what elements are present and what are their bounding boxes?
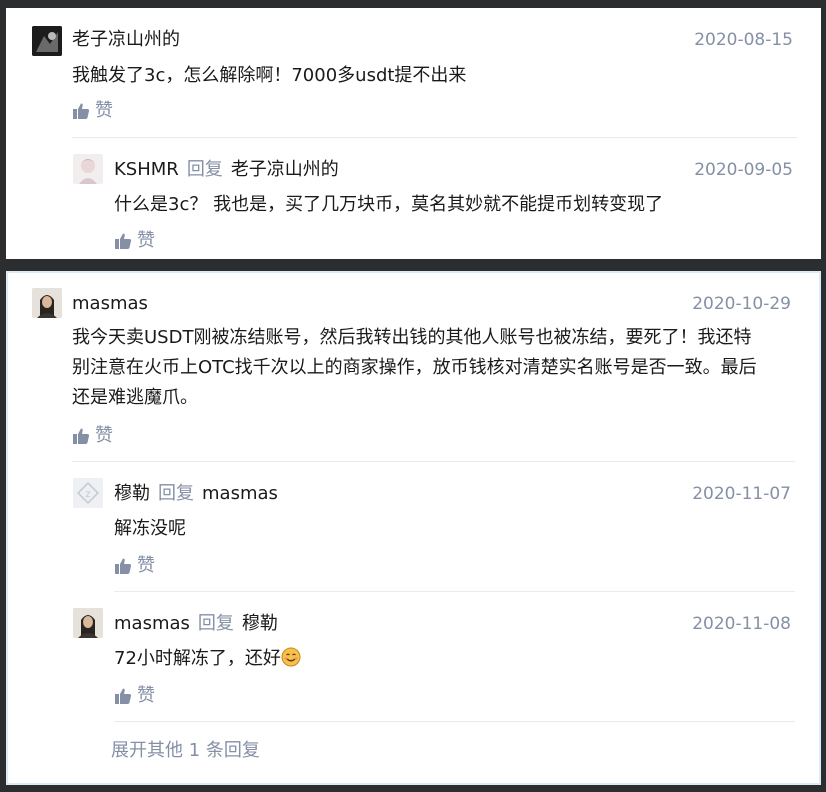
comment-text-line: 我今天卖USDT刚被冻结账号，然后我转出钱的其他人账号也被冻结，要死了！我还特 bbox=[72, 327, 752, 348]
reply-header: 穆勒 回复 masmas bbox=[114, 482, 278, 506]
thumbs-up-icon bbox=[115, 688, 132, 704]
reply-to-name[interactable]: 老子凉山州的 bbox=[231, 159, 339, 180]
author-name[interactable]: KSHMR bbox=[114, 159, 179, 180]
like-label: 赞 bbox=[137, 230, 155, 251]
avatar[interactable]: z bbox=[73, 478, 103, 508]
divider bbox=[72, 461, 795, 462]
author-name[interactable]: 老子凉山州的 bbox=[72, 29, 180, 50]
thumbs-up-icon bbox=[115, 233, 132, 249]
like-button[interactable]: 赞 bbox=[72, 424, 113, 448]
reply-text: 解冻没呢 bbox=[114, 518, 186, 539]
expand-replies-link[interactable]: 展开其他 1 条回复 bbox=[111, 739, 260, 763]
divider bbox=[72, 137, 797, 138]
author-name[interactable]: 穆勒 bbox=[114, 483, 150, 504]
like-button[interactable]: 赞 bbox=[114, 554, 155, 578]
svg-text:z: z bbox=[85, 489, 90, 500]
reply-date: 2020-09-05 bbox=[694, 160, 793, 180]
like-label: 赞 bbox=[95, 425, 113, 446]
default-avatar-icon: z bbox=[73, 478, 103, 508]
reply-label: 回复 bbox=[186, 159, 223, 180]
comment-date: 2020-10-29 bbox=[692, 294, 791, 314]
comment-header: 老子凉山州的 bbox=[72, 28, 180, 52]
divider bbox=[114, 591, 795, 592]
comment-header: masmas bbox=[72, 292, 148, 316]
reply-text-content: 72小时解冻了，还好 bbox=[114, 648, 281, 669]
reply-date: 2020-11-07 bbox=[692, 484, 791, 504]
reply-header: masmas 回复 穆勒 bbox=[114, 612, 278, 636]
like-label: 赞 bbox=[137, 685, 155, 706]
avatar[interactable] bbox=[73, 608, 103, 638]
like-button[interactable]: 赞 bbox=[114, 684, 155, 708]
avatar[interactable] bbox=[73, 154, 103, 184]
thumbs-up-icon bbox=[115, 558, 132, 574]
like-button[interactable]: 赞 bbox=[72, 99, 113, 123]
reply-to-name[interactable]: masmas bbox=[202, 483, 278, 504]
comment-text: 我今天卖USDT刚被冻结账号，然后我转出钱的其他人账号也被冻结，要死了！我还特 … bbox=[72, 323, 757, 413]
comment-text-line: 别注意在火币上OTC找千次以上的商家操作，放币钱核对清楚实名账号是否一致。最后 bbox=[72, 357, 757, 378]
like-button[interactable]: 赞 bbox=[114, 229, 155, 253]
comment-text-line: 还是难逃魔爪。 bbox=[72, 387, 198, 408]
thumbs-up-icon bbox=[73, 428, 90, 444]
author-name[interactable]: masmas bbox=[72, 293, 148, 314]
reply-text: 72小时解冻了，还好 bbox=[114, 644, 301, 674]
reply-label: 回复 bbox=[158, 483, 194, 504]
comment-date: 2020-08-15 bbox=[694, 30, 793, 50]
reply-text: 什么是3c？ 我也是，买了几万块币，莫名其妙就不能提币划转变现了 bbox=[114, 194, 664, 215]
thumbs-up-icon bbox=[73, 103, 90, 119]
reply-to-name[interactable]: 穆勒 bbox=[242, 613, 278, 634]
reply-label: 回复 bbox=[197, 613, 234, 634]
like-label: 赞 bbox=[95, 100, 113, 121]
like-label: 赞 bbox=[137, 555, 155, 576]
reply-date: 2020-11-08 bbox=[692, 614, 791, 634]
avatar[interactable] bbox=[32, 26, 62, 56]
comment-thread-2: masmas 2020-10-29 我今天卖USDT刚被冻结账号，然后我转出钱的… bbox=[6, 271, 821, 785]
author-name[interactable]: masmas bbox=[114, 613, 190, 634]
reply-header: KSHMR 回复 老子凉山州的 bbox=[114, 158, 339, 182]
avatar[interactable] bbox=[32, 288, 62, 318]
comment-text: 我触发了3c，怎么解除啊！7000多usdt提不出来 bbox=[72, 65, 467, 86]
divider bbox=[114, 721, 795, 722]
comment-thread-1: 老子凉山州的 2020-08-15 我触发了3c，怎么解除啊！7000多usdt… bbox=[6, 8, 821, 259]
smiling-face-emoji-icon bbox=[281, 647, 301, 667]
